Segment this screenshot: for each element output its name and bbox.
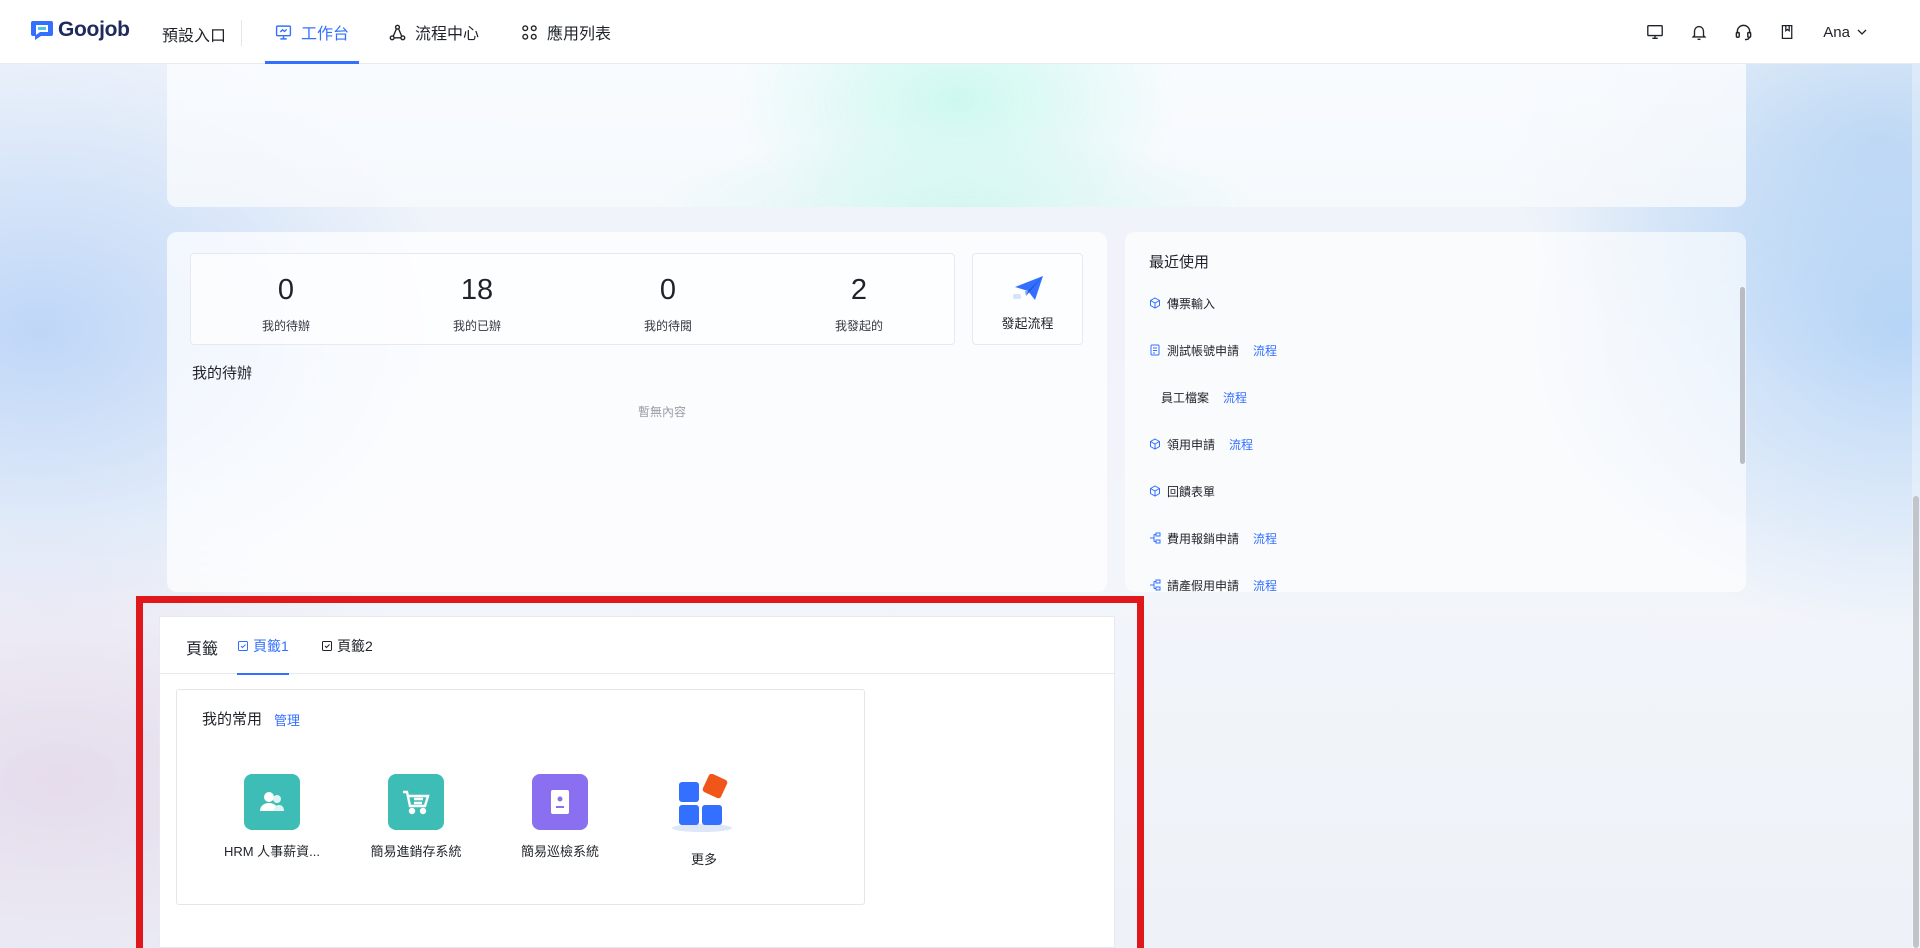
stat-label: 我的待閱	[643, 319, 692, 333]
app-label: HRM 人事薪資...	[223, 844, 321, 859]
stat-my-todo[interactable]: 0 我的待辦	[191, 254, 381, 346]
tab-workflow-center[interactable]: 流程中心	[389, 0, 479, 64]
app-label: 更多	[690, 852, 717, 867]
nav-divider	[241, 20, 242, 46]
user-name: Ana	[1823, 23, 1850, 41]
cart-icon	[388, 774, 444, 830]
stat-my-to-read[interactable]: 0 我的待閱	[573, 254, 763, 346]
monitor-icon	[275, 24, 292, 40]
bell-icon[interactable]	[1689, 22, 1709, 42]
flow-icon	[1150, 579, 1161, 591]
id-card-icon	[532, 774, 588, 830]
banner	[167, 60, 1746, 207]
desktop-icon[interactable]	[1645, 22, 1665, 42]
favorites-panel: 我的常用 管理 HRM 人事薪資... 簡易進銷存系統 簡易巡檢系統 更多	[176, 689, 865, 905]
recent-item-label: 員工檔案	[1161, 390, 1210, 405]
cube-icon	[1150, 438, 1160, 450]
headset-icon[interactable]	[1733, 22, 1753, 42]
bookmark-page-icon	[238, 640, 248, 651]
tab-workflow-center-label: 流程中心	[415, 26, 480, 43]
launch-process-label: 發起流程	[1001, 316, 1054, 331]
recent-used-card: 最近使用 傳票輸入 測試帳號申請 流程 員工檔案 流程 領用申請 流程 回饋表單…	[1125, 232, 1746, 592]
bookmarks-card: 頁籤 頁籤1 頁籤2 我的常用 管理 HRM 人事薪資... 簡易進銷存系統 簡…	[159, 616, 1115, 948]
recent-item-label: 請產假用申請	[1167, 578, 1240, 593]
app-label: 簡易巡檢系統	[520, 844, 599, 859]
stats-summary: 0 我的待辦 18 我的已辦 0 我的待閱 2 我發起的	[190, 253, 955, 345]
header-actions: Ana	[1645, 0, 1868, 64]
list-item[interactable]: 請產假用申請 流程	[1149, 575, 1277, 592]
form-icon	[1150, 344, 1160, 356]
cube-icon	[1150, 297, 1160, 309]
recent-item-label: 回饋表單	[1167, 484, 1216, 499]
workflow-stats-card: 0 我的待辦 18 我的已辦 0 我的待閱 2 我發起的 發起流程 我的待辦 暫…	[167, 232, 1107, 592]
logo-icon	[31, 21, 53, 40]
top-navigation-bar: Goojob 預設入口 工作台 流程中心 應用列表 Ana	[0, 0, 1920, 64]
people-icon	[244, 774, 300, 830]
recent-item-label: 測試帳號申請	[1167, 343, 1240, 358]
bookmarks-title: 頁籤	[186, 641, 219, 658]
list-item[interactable]: 回饋表單	[1149, 481, 1215, 501]
paper-plane-icon	[1013, 276, 1043, 300]
recent-item-label: 傳票輸入	[1167, 296, 1216, 311]
workflow-icon	[389, 24, 406, 40]
tab-workbench[interactable]: 工作台	[265, 0, 360, 64]
recent-item-tag: 流程	[1253, 343, 1278, 358]
recent-item-label: 領用申請	[1167, 437, 1216, 452]
launch-process-button[interactable]: 發起流程	[972, 253, 1083, 345]
stat-my-done[interactable]: 18 我的已辦	[382, 254, 572, 346]
chevron-down-icon	[1857, 29, 1867, 35]
todo-empty-text: 暫無內容	[637, 405, 686, 419]
flow-icon	[1150, 532, 1161, 544]
bookmarks-header: 頁籤 頁籤1 頁籤2	[160, 617, 1114, 675]
logo-text: Goojob	[58, 18, 130, 41]
tab-app-list-label: 應用列表	[547, 26, 612, 43]
bookmark-page-icon	[322, 640, 332, 651]
app-label: 簡易進銷存系統	[370, 844, 462, 859]
stat-value: 0	[659, 274, 677, 306]
favorites-title: 我的常用	[202, 711, 263, 728]
app-more[interactable]: 更多	[644, 774, 764, 868]
stat-label: 我發起的	[834, 319, 883, 333]
tab-workbench-label: 工作台	[301, 26, 350, 43]
tab-app-list[interactable]: 應用列表	[521, 0, 611, 64]
list-item[interactable]: 傳票輸入	[1149, 293, 1215, 313]
recent-title: 最近使用	[1149, 254, 1210, 271]
tab-bookmark-2-label: 頁籤2	[337, 637, 373, 654]
app-inspection[interactable]: 簡易巡檢系統	[500, 774, 620, 860]
recent-item-label: 費用報銷申請	[1167, 531, 1240, 546]
app-inventory[interactable]: 簡易進銷存系統	[356, 774, 476, 860]
grid-icon	[522, 24, 537, 40]
tab-bookmark-1[interactable]: 頁籤1	[237, 617, 289, 675]
stat-label: 我的已辦	[452, 319, 501, 333]
tab-bookmark-2[interactable]: 頁籤2	[321, 617, 373, 674]
recent-item-tag: 流程	[1253, 578, 1278, 593]
list-item[interactable]: 員工檔案 流程	[1149, 387, 1247, 407]
recent-item-tag: 流程	[1223, 390, 1248, 405]
tab-bookmark-1-label: 頁籤1	[253, 637, 289, 654]
stat-value: 18	[460, 274, 494, 306]
list-item[interactable]: 領用申請 流程	[1149, 434, 1253, 454]
entry-selector[interactable]: 預設入口	[162, 22, 226, 46]
list-item[interactable]: 費用報銷申請 流程	[1149, 528, 1277, 548]
recent-item-tag: 流程	[1229, 437, 1254, 452]
todo-section-title: 我的待辦	[192, 365, 253, 382]
recent-scrollbar[interactable]	[1740, 287, 1745, 464]
app-hrm[interactable]: HRM 人事薪資...	[212, 774, 332, 860]
manage-link[interactable]: 管理	[274, 710, 300, 729]
stat-value: 0	[277, 274, 295, 306]
user-menu[interactable]: Ana	[1823, 24, 1868, 41]
list-item[interactable]: 測試帳號申請 流程	[1149, 340, 1277, 360]
logo[interactable]: Goojob	[30, 18, 130, 42]
stat-value: 2	[850, 274, 868, 306]
page-scrollbar-thumb[interactable]	[1913, 496, 1919, 948]
more-apps-icon	[671, 774, 737, 834]
cube-icon	[1150, 485, 1160, 497]
stat-label: 我的待辦	[261, 319, 310, 333]
stat-my-initiated[interactable]: 2 我發起的	[764, 254, 954, 346]
book-icon[interactable]	[1777, 22, 1797, 42]
recent-item-tag: 流程	[1253, 531, 1278, 546]
